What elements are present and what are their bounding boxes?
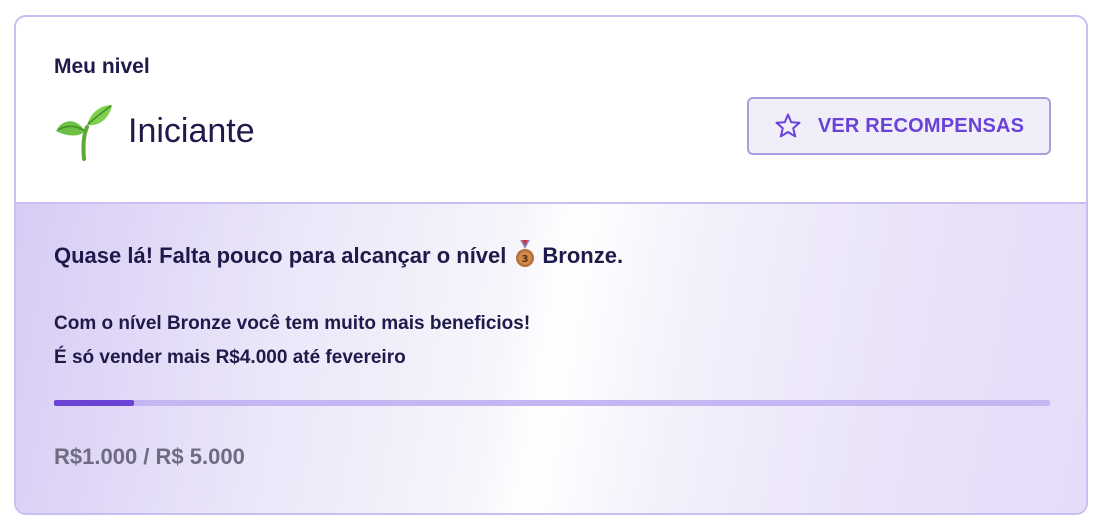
headline-suffix: .: [616, 243, 624, 268]
progress-bar: [54, 400, 1050, 406]
star-icon: [775, 113, 801, 138]
progress-headline: Quase lá! Falta pouco para alcançar o ní…: [54, 240, 624, 270]
sprout-icon: [56, 105, 112, 161]
level-card: Meu nivel Iniciante VER RECOMPENSAS Quas…: [14, 15, 1088, 515]
headline-text: Quase lá! Falta pouco para alcançar o ní…: [54, 243, 507, 268]
level-caption: Meu nivel: [54, 55, 150, 78]
progress-amount: R$1.000 / R$ 5.000: [54, 444, 245, 469]
bronze-medal-icon: 3: [516, 240, 535, 267]
description-line-1: Com o nível Bronze você tem muito mais b…: [54, 313, 531, 334]
level-name: Iniciante: [128, 111, 255, 150]
level-header: Meu nivel Iniciante VER RECOMPENSAS: [16, 17, 1086, 204]
view-rewards-button[interactable]: VER RECOMPENSAS: [747, 97, 1051, 155]
next-level-name: Bronze: [542, 243, 617, 268]
progress-bar-fill: [54, 400, 134, 406]
svg-text:3: 3: [522, 254, 529, 265]
progress-panel: Quase lá! Falta pouco para alcançar o ní…: [16, 204, 1086, 513]
description-line-2: É só vender mais R$4.000 até fevereiro: [54, 347, 406, 368]
view-rewards-label: VER RECOMPENSAS: [817, 114, 1025, 137]
current-level: Iniciante: [54, 101, 255, 161]
